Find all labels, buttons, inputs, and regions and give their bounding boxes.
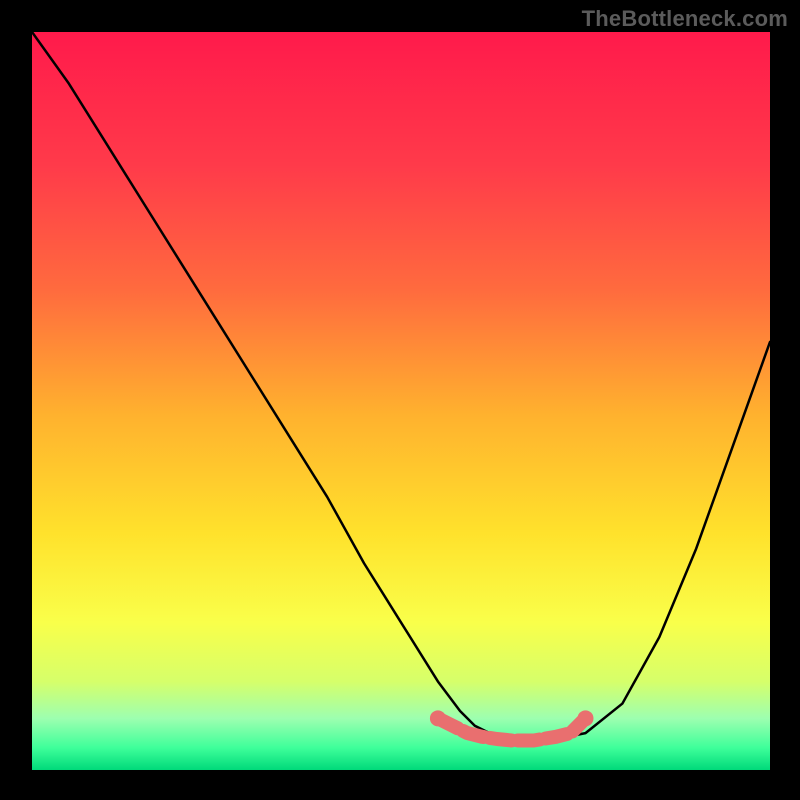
chart-svg <box>32 32 770 770</box>
trough-marker-dot <box>578 710 594 726</box>
chart-frame: TheBottleneck.com <box>0 0 800 800</box>
gradient-background <box>32 32 770 770</box>
watermark-text: TheBottleneck.com <box>582 6 788 32</box>
trough-marker-dot <box>430 710 446 726</box>
plot-area <box>32 32 770 770</box>
